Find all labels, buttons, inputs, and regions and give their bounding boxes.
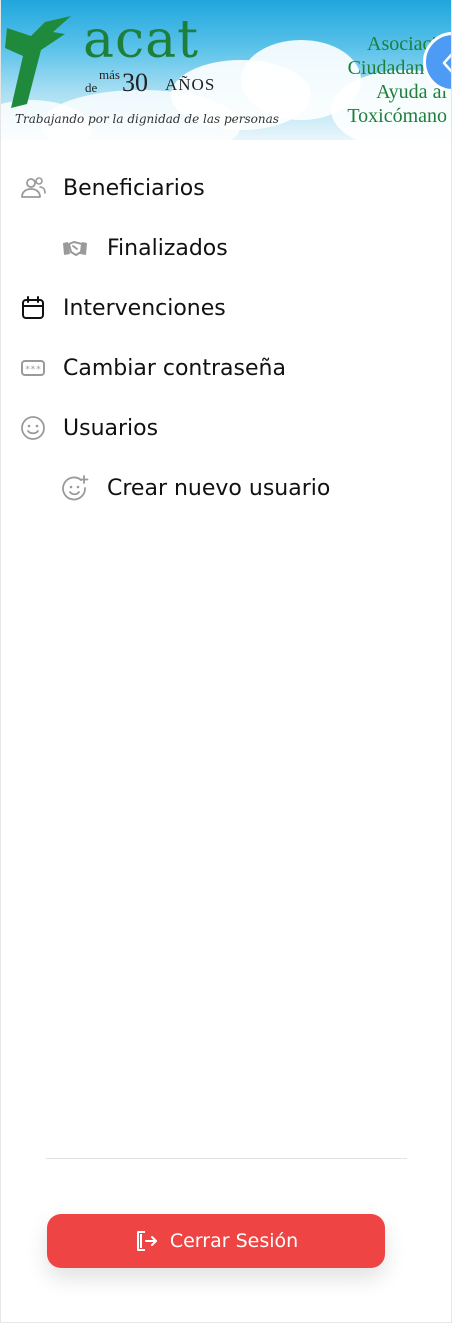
sidebar: acat más de 30 AÑOS Trabajando por la di… [0,0,452,1323]
logout-button[interactable]: Cerrar Sesión [47,1214,385,1268]
banner-tagline: Trabajando por la dignidad de las person… [15,112,279,126]
menu-item-crear-nuevo-usuario[interactable]: Crear nuevo usuario [61,464,330,512]
footer-divider [46,1158,407,1159]
menu-item-label: Cambiar contraseña [63,355,286,381]
logo-anos: AÑOS [165,75,216,94]
menu-item-label: Usuarios [63,415,159,441]
smile-plus-icon [61,474,89,502]
smile-icon [19,414,47,442]
logo-text: acat [83,10,200,70]
menu-item-usuarios[interactable]: Usuarios [19,404,158,452]
handshake-icon [61,234,89,262]
menu-item-beneficiarios[interactable]: Beneficiarios [19,164,205,212]
users-icon [19,174,47,202]
menu-item-finalizados[interactable]: Finalizados [61,224,228,272]
password-icon: *** [19,354,47,382]
bird-logo-icon [5,16,71,108]
logo-years: 30 [122,68,148,97]
menu-item-label: Intervenciones [63,295,226,321]
logout-icon [136,1231,157,1251]
menu-item-label: Beneficiarios [63,175,205,201]
menu-item-cambiar-contrasena[interactable]: *** Cambiar contraseña [19,344,286,392]
svg-text:***: *** [25,365,41,375]
calendar-icon [19,294,47,322]
menu-item-intervenciones[interactable]: Intervenciones [19,284,226,332]
logo-mas: más de [85,67,120,95]
header-banner: acat más de 30 AÑOS Trabajando por la di… [1,0,451,140]
chevron-left-icon [442,53,451,73]
menu-item-label: Crear nuevo usuario [107,475,331,501]
logout-label: Cerrar Sesión [169,1230,299,1252]
menu-item-label: Finalizados [107,235,228,261]
